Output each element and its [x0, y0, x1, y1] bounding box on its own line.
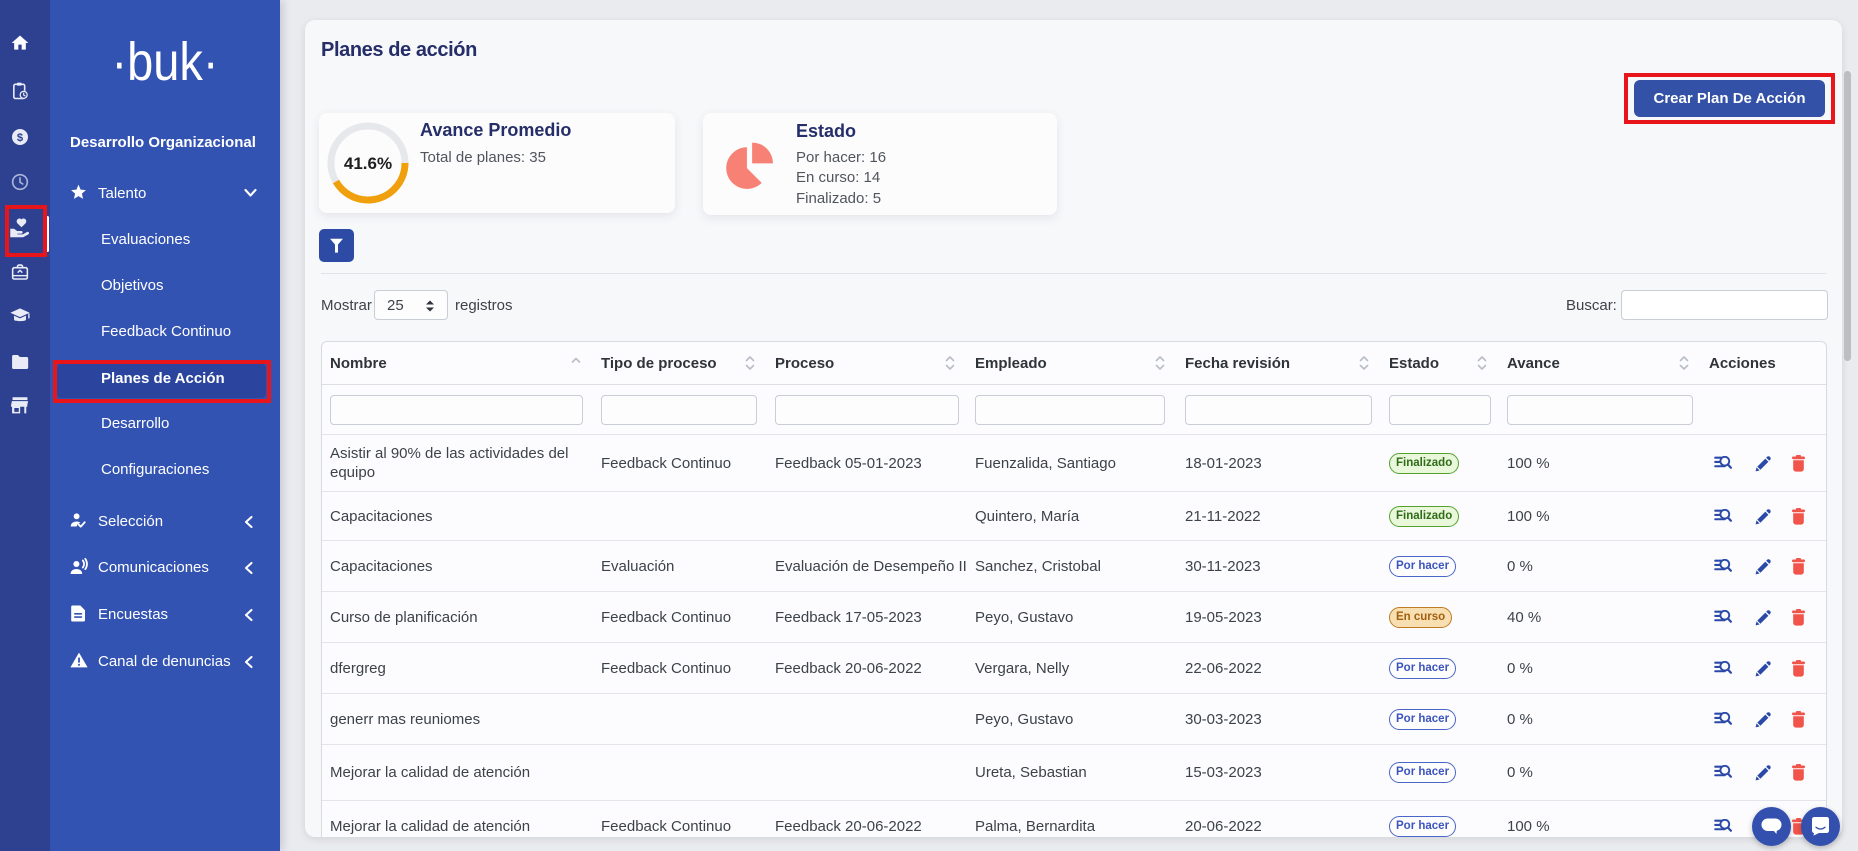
svg-text:$: $: [17, 132, 24, 144]
svg-text:41.6%: 41.6%: [344, 154, 392, 173]
